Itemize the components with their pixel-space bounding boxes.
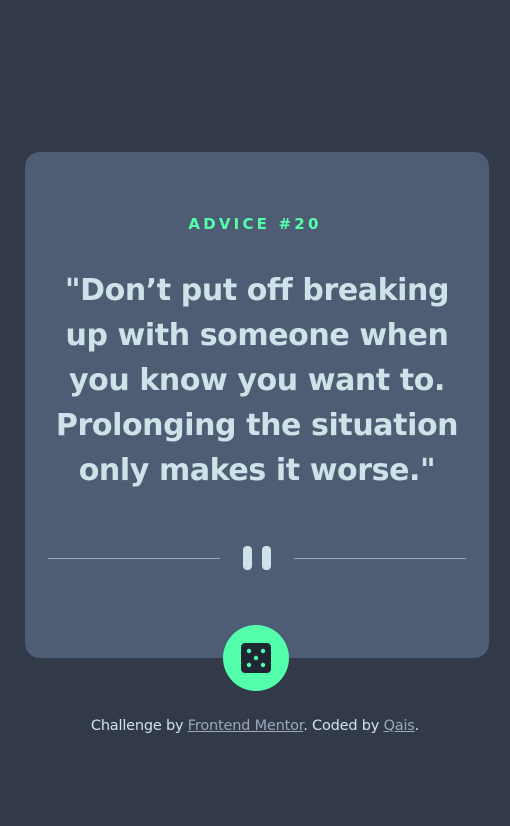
new-advice-button[interactable] — [223, 625, 289, 691]
pattern-divider — [48, 545, 466, 571]
frontend-mentor-link[interactable]: Frontend Mentor — [188, 718, 304, 734]
divider-line-right — [294, 558, 466, 559]
attribution: Challenge by Frontend Mentor. Coded by Q… — [0, 716, 510, 736]
divider-line-left — [48, 558, 220, 559]
dice-icon — [241, 643, 271, 673]
pause-icon — [243, 546, 271, 570]
attribution-challenge-prefix: Challenge by — [90, 718, 188, 734]
advice-quote: "Don’t put off breaking up with someone … — [55, 273, 459, 488]
advice-id-label: ADVICE #20 — [188, 215, 322, 233]
attribution-coded-prefix: . Coded by — [303, 718, 384, 734]
author-link[interactable]: Qais — [384, 718, 415, 734]
attribution-suffix: . — [414, 718, 420, 734]
